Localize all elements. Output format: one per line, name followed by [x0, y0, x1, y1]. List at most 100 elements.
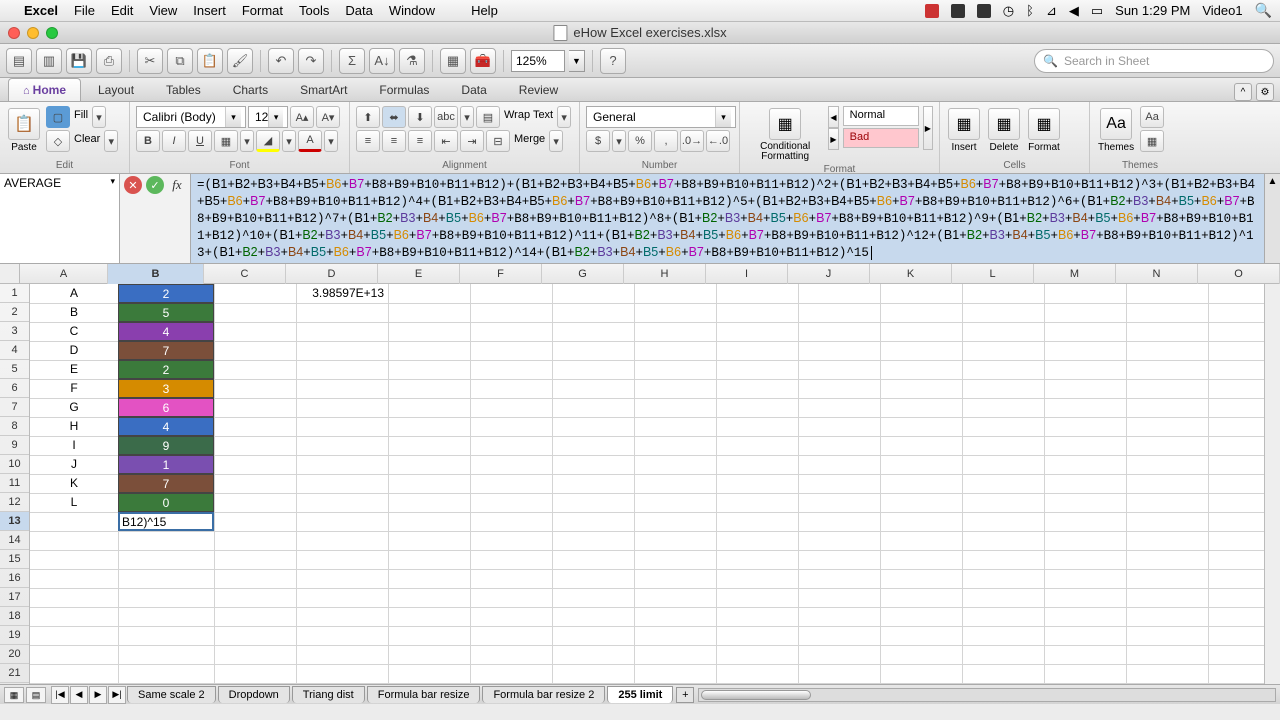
style-bad[interactable]: Bad [843, 128, 919, 148]
autosum-button[interactable]: Σ [339, 48, 365, 74]
style-normal[interactable]: Normal [843, 106, 919, 126]
wifi-icon[interactable]: ⊿ [1046, 3, 1057, 19]
increase-font-button[interactable]: A▴ [290, 106, 314, 128]
vertical-scrollbar[interactable] [1264, 284, 1280, 684]
cell-D1[interactable]: 3.98597E+13 [296, 284, 388, 303]
column-header-N[interactable]: N [1116, 264, 1198, 284]
menu-file[interactable]: File [74, 3, 95, 18]
tab-layout[interactable]: Layout [83, 78, 149, 101]
sheet-tab[interactable]: Triang dist [292, 686, 365, 703]
row-header-14[interactable]: 14 [0, 531, 29, 550]
theme-colors-button[interactable]: Aa [1140, 106, 1164, 128]
merge-icon[interactable]: ⊟ [486, 130, 510, 152]
row-header-1[interactable]: 1 [0, 284, 29, 303]
row-header-9[interactable]: 9 [0, 436, 29, 455]
cell-A3[interactable]: C [30, 322, 118, 341]
cell-B11[interactable]: 7 [118, 474, 214, 493]
zoom-dropdown[interactable]: ▼ [569, 50, 585, 72]
menu-data[interactable]: Data [345, 3, 372, 18]
tab-home[interactable]: ⌂A HomeHome [8, 78, 81, 101]
spreadsheet-grid[interactable]: 123456789101112131415161718192021 ABCDEF… [0, 284, 1280, 684]
save-button[interactable]: 💾 [66, 48, 92, 74]
row-header-5[interactable]: 5 [0, 360, 29, 379]
percent-button[interactable]: % [628, 130, 652, 152]
formula-cancel-button[interactable]: ✕ [124, 176, 142, 194]
cell-B3[interactable]: 4 [118, 322, 214, 341]
print-button[interactable]: ⎙ [96, 48, 122, 74]
column-header-E[interactable]: E [378, 264, 460, 284]
cell-A2[interactable]: B [30, 303, 118, 322]
column-header-B[interactable]: B [108, 264, 204, 284]
sheet-tab[interactable]: Same scale 2 [127, 686, 216, 703]
font-size-select[interactable]: 12▾ [248, 106, 288, 128]
column-header-H[interactable]: H [624, 264, 706, 284]
decrease-indent-button[interactable]: ⇤ [434, 130, 458, 152]
horizontal-scrollbar[interactable] [698, 688, 1276, 702]
sheet-nav-prev[interactable]: ◀ [70, 686, 88, 704]
column-header-A[interactable]: A [20, 264, 108, 284]
menu-view[interactable]: View [149, 3, 177, 18]
clear-button[interactable]: Clear [72, 130, 102, 152]
align-middle-button[interactable]: ⬌ [382, 106, 406, 128]
format-painter-button[interactable]: 🖌 [227, 48, 253, 74]
styles-next[interactable]: ▶ [828, 128, 838, 150]
formula-enter-button[interactable]: ✓ [146, 176, 164, 194]
tab-charts[interactable]: Charts [218, 78, 283, 101]
open-button[interactable]: ▥ [36, 48, 62, 74]
menu-app[interactable]: Excel [24, 3, 58, 18]
row-header-21[interactable]: 21 [0, 664, 29, 683]
help-button[interactable]: ? [600, 48, 626, 74]
italic-button[interactable]: I [162, 130, 186, 152]
battery-icon[interactable]: ▭ [1091, 3, 1103, 19]
cell-A12[interactable]: L [30, 493, 118, 512]
currency-button[interactable]: $ [586, 130, 610, 152]
row-header-13[interactable]: 13 [0, 512, 29, 531]
filter-button[interactable]: ⚗ [399, 48, 425, 74]
formula-bar[interactable]: =(B1+B2+B3+B4+B5+B6+B7+B8+B9+B10+B11+B12… [191, 174, 1264, 263]
menubar-user[interactable]: Video1 [1202, 3, 1242, 18]
fill-dropdown[interactable]: ▾ [92, 106, 106, 128]
formula-bar-expand-button[interactable]: ▲ [1264, 174, 1280, 263]
column-header-M[interactable]: M [1034, 264, 1116, 284]
zoom-level[interactable]: 125% [511, 50, 565, 72]
paste-button[interactable]: 📋 [197, 48, 223, 74]
status-icon[interactable] [925, 4, 939, 18]
row-header-4[interactable]: 4 [0, 341, 29, 360]
menu-edit[interactable]: Edit [111, 3, 133, 18]
bluetooth-icon[interactable]: ᛒ [1026, 3, 1034, 18]
bold-button[interactable]: B [136, 130, 160, 152]
fill-icon[interactable]: ▢ [46, 106, 70, 128]
column-header-L[interactable]: L [952, 264, 1034, 284]
sheet-tab[interactable]: 255 limit [607, 686, 673, 703]
window-zoom-button[interactable] [46, 27, 58, 39]
sheet-tab[interactable]: Formula bar resize 2 [482, 686, 605, 703]
insert-cells-button[interactable]: ▦Insert [946, 106, 982, 155]
row-header-7[interactable]: 7 [0, 398, 29, 417]
row-header-11[interactable]: 11 [0, 474, 29, 493]
cell-B13-editing[interactable]: B12)^15 [118, 512, 214, 531]
row-header-16[interactable]: 16 [0, 569, 29, 588]
cell-A10[interactable]: J [30, 455, 118, 474]
tab-review[interactable]: Review [504, 78, 573, 101]
cell-B7[interactable]: 6 [118, 398, 214, 417]
column-header-O[interactable]: O [1198, 264, 1280, 284]
orientation-dropdown[interactable]: ▾ [460, 106, 474, 128]
cut-button[interactable]: ✂ [137, 48, 163, 74]
borders-dropdown[interactable]: ▾ [240, 130, 254, 152]
column-header-F[interactable]: F [460, 264, 542, 284]
cell-B12[interactable]: 0 [118, 493, 214, 512]
sort-button[interactable]: A↓ [369, 48, 395, 74]
cell-A9[interactable]: I [30, 436, 118, 455]
window-close-button[interactable] [8, 27, 20, 39]
styles-prev[interactable]: ◀ [828, 106, 838, 128]
sheet-nav-last[interactable]: ▶| [108, 686, 126, 704]
ribbon-settings-button[interactable]: ⚙ [1256, 83, 1274, 101]
row-header-18[interactable]: 18 [0, 607, 29, 626]
name-box[interactable]: AVERAGE▾ [0, 174, 120, 263]
underline-button[interactable]: U [188, 130, 212, 152]
paste-large-button[interactable]: 📋 Paste [6, 106, 42, 155]
increase-decimal-button[interactable]: .0→ [680, 130, 704, 152]
align-top-button[interactable]: ⬆ [356, 106, 380, 128]
styles-more[interactable]: ▶ [923, 106, 933, 150]
toolbox-button[interactable]: 🧰 [470, 48, 496, 74]
